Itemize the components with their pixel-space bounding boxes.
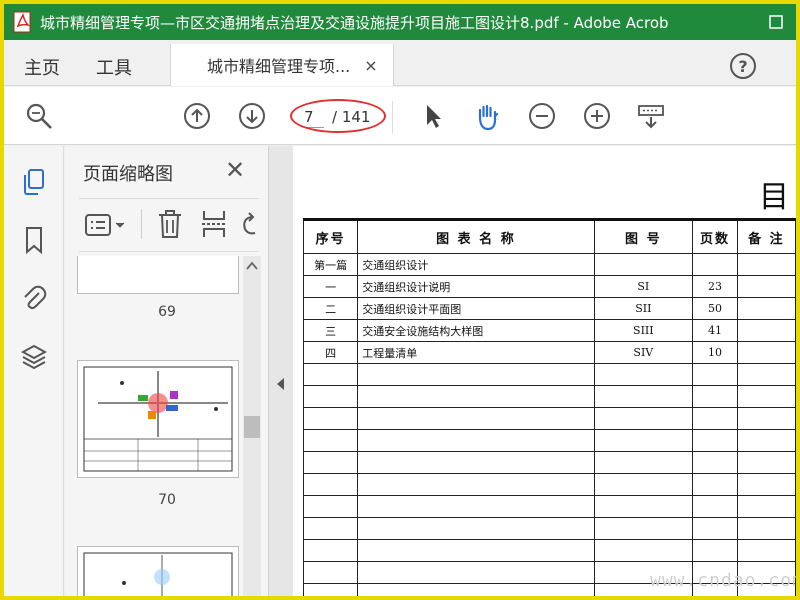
thumbnails-panel: 页面缩略图 ✕ 69 70 <box>65 146 269 596</box>
empty-row <box>302 539 796 562</box>
menu-tools[interactable]: 工具 <box>96 54 132 80</box>
bookmark-icon[interactable] <box>21 226 47 255</box>
table-section-row: 第一篇 交通组织设计 <box>302 253 796 276</box>
window-title: 城市精细管理专项—市区交通拥堵点治理及交通设施提升项目施工图设计8.pdf - … <box>40 13 669 32</box>
hand-tool-icon[interactable] <box>472 101 502 131</box>
scrollbar-thumb[interactable] <box>244 416 260 438</box>
toolbar: 7 / 141 <box>4 87 796 145</box>
maximize-button[interactable] <box>756 4 796 40</box>
empty-row <box>302 429 796 452</box>
thumbnail-drawing-71 <box>83 552 233 596</box>
empty-row <box>302 495 796 518</box>
row-code: SII <box>593 297 694 320</box>
keyboard-scroll-icon[interactable] <box>636 101 666 131</box>
red-highlight-ellipse <box>290 99 386 133</box>
previous-page-icon[interactable] <box>182 101 212 131</box>
row-code: SIII <box>593 319 694 342</box>
row-name: 交通组织设计说明 <box>357 275 595 298</box>
page-thumbnails-icon[interactable] <box>21 168 47 196</box>
contents-table: 序号 图 表 名 称 图 号 页数 备 注 第一篇 交通组织设计 一 交通组织设… <box>302 218 796 596</box>
empty-row <box>302 407 796 430</box>
document-view[interactable]: 目 序号 图 表 名 称 图 号 页数 备 注 第一篇 交通组织设计 一 交通组… <box>293 146 796 596</box>
thumbnails-panel-title: 页面缩略图 <box>83 164 173 185</box>
table-row: 一 交通组织设计说明 SI 23 <box>302 275 796 298</box>
select-arrow-icon[interactable] <box>418 101 448 131</box>
empty-row <box>302 473 796 496</box>
table-header-row: 序号 图 表 名 称 图 号 页数 备 注 <box>302 218 796 254</box>
extract-page-icon[interactable] <box>201 209 227 243</box>
toolbar-divider <box>392 101 393 133</box>
thumbnail-page-70[interactable] <box>77 360 239 478</box>
watermark-text: www.cndao.com <box>650 570 796 591</box>
row-pages: 50 <box>692 297 738 320</box>
row-number: 二 <box>302 297 359 320</box>
row-name: 工程量清单 <box>357 341 595 364</box>
thumbnail-page-69[interactable] <box>77 256 239 294</box>
header-index: 序号 <box>302 218 359 254</box>
close-tab-icon[interactable]: × <box>364 56 377 75</box>
title-bar: 城市精细管理专项—市区交通拥堵点治理及交通设施提升项目施工图设计8.pdf - … <box>4 4 796 40</box>
attachment-icon[interactable] <box>21 284 47 312</box>
page-heading: 目 <box>759 180 789 215</box>
thumbnail-page-number: 69 <box>158 304 176 320</box>
header-pages: 页数 <box>692 218 738 254</box>
header-code: 图 号 <box>593 218 694 254</box>
thumbnail-toolbar-divider <box>141 209 142 239</box>
row-code: SIV <box>593 341 694 364</box>
row-code: SI <box>593 275 694 298</box>
document-tab[interactable]: 城市精细管理专项... × <box>170 44 394 86</box>
row-number: 一 <box>302 275 359 298</box>
row-pages: 10 <box>692 341 738 364</box>
rotate-page-icon[interactable] <box>239 209 259 243</box>
table-row: 二 交通组织设计平面图 SII 50 <box>302 297 796 320</box>
empty-row <box>302 385 796 408</box>
thumbnail-scrollbar[interactable] <box>243 256 261 596</box>
row-name: 交通安全设施结构大样图 <box>357 319 595 342</box>
close-panel-icon[interactable]: ✕ <box>225 156 245 184</box>
menu-home[interactable]: 主页 <box>24 54 60 80</box>
row-number: 三 <box>302 319 359 342</box>
header-title: 图 表 名 称 <box>357 218 595 254</box>
row-pages: 23 <box>692 275 738 298</box>
row-name: 交通组织设计平面图 <box>357 297 595 320</box>
tab-bar: 主页 工具 城市精细管理专项... × ? <box>4 40 796 86</box>
pdf-page: 目 序号 图 表 名 称 图 号 页数 备 注 第一篇 交通组织设计 一 交通组… <box>293 146 796 596</box>
thumbnail-list: 69 70 <box>65 256 265 596</box>
next-page-icon[interactable] <box>237 101 267 131</box>
zoom-in-icon[interactable] <box>582 101 612 131</box>
search-zoom-icon[interactable] <box>24 101 54 131</box>
empty-row <box>302 517 796 540</box>
table-row: 三 交通安全设施结构大样图 SIII 41 <box>302 319 796 342</box>
acrobat-window: 城市精细管理专项—市区交通拥堵点治理及交通设施提升项目施工图设计8.pdf - … <box>4 4 796 596</box>
navigation-pane-bar <box>4 146 64 596</box>
thumbnail-page-71[interactable] <box>77 546 239 596</box>
scroll-up-icon[interactable] <box>243 258 261 274</box>
thumbnail-options-icon[interactable] <box>85 213 129 243</box>
thumbnail-page-number: 70 <box>158 492 176 508</box>
acrobat-app-icon <box>12 11 34 33</box>
help-icon[interactable]: ? <box>730 53 756 79</box>
table-row: 四 工程量清单 SIV 10 <box>302 341 796 364</box>
document-tab-label: 城市精细管理专项... <box>207 57 351 76</box>
empty-row <box>302 451 796 474</box>
section-number: 第一篇 <box>302 253 359 276</box>
header-remarks: 备 注 <box>736 218 796 254</box>
thumbnail-drawing-70 <box>83 366 233 472</box>
zoom-out-icon[interactable] <box>527 101 557 131</box>
empty-row <box>302 363 796 386</box>
layers-icon[interactable] <box>20 342 48 370</box>
collapse-panel-icon[interactable] <box>269 374 293 394</box>
row-pages: 41 <box>692 319 738 342</box>
thumbnail-toolbar <box>79 198 259 252</box>
row-number: 四 <box>302 341 359 364</box>
section-title: 交通组织设计 <box>357 253 595 276</box>
collapse-panel-strip[interactable] <box>269 146 293 596</box>
delete-page-icon[interactable] <box>157 209 183 243</box>
